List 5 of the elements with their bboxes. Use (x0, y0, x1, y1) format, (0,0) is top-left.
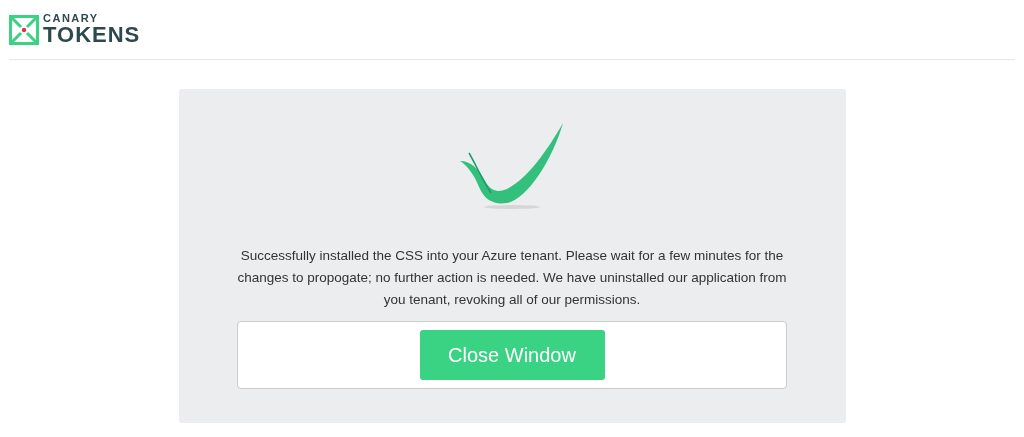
logo-text: TOKENS (43, 24, 141, 46)
logo-text: CANARY (43, 13, 100, 24)
logo-icon (9, 14, 39, 45)
success-message: Successfully installed the CSS into your Azure tenant. Please wait for a few minutes for the changes to propogate; no further action is needed. We have uninstalled our application from you tenant, revoking all of our permissions. (236, 247, 788, 309)
close-window-button[interactable]: Close Window (419, 330, 605, 380)
